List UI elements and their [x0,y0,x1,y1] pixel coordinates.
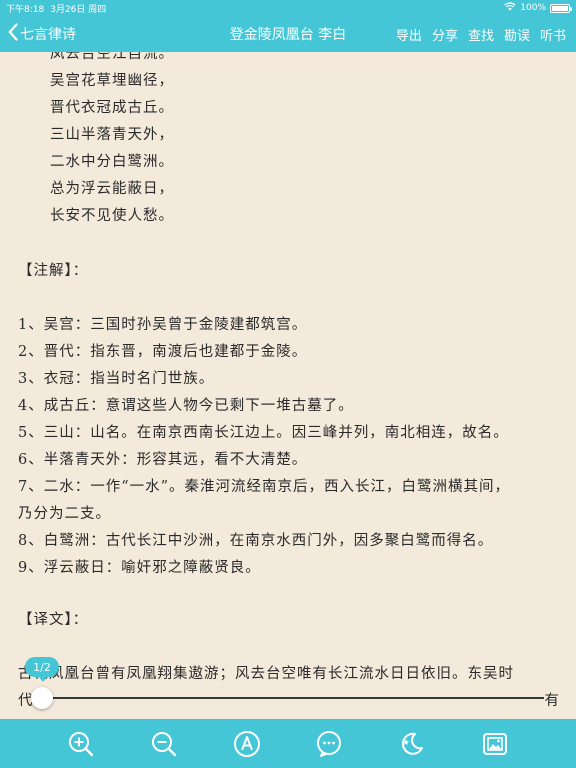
note-item: 4、成古丘：意谓这些人物今已剩下一堆古墓了。 [18,398,354,414]
poem-line: 长安不见使人愁。 [50,208,174,224]
status-time: 下午8:18 [6,4,45,15]
font-icon [233,730,260,757]
battery-icon [550,3,572,13]
poem-line: 三山半落青天外， [50,127,174,143]
poem-line: 二水中分白鹭洲。 [50,154,174,170]
font-button[interactable] [232,729,262,759]
reading-content[interactable]: 凤去台空江自流。 吴宫花草埋幽径， 晋代衣冠成古丘。 三山半落青天外， 二水中分… [0,52,576,718]
note-item-continued: 乃分为二支。 [18,506,111,522]
note-item: 1、吴宫：三国时孙吴曾于金陵建都筑宫。 [18,317,308,333]
image-button[interactable] [480,729,510,759]
page-slider: 1/2 [0,655,576,719]
note-item: 6、半落青天外：形容其远，看不大清楚。 [18,452,308,468]
share-button[interactable]: 分享 [432,25,458,44]
nav-bar: 七言律诗 登金陵凤凰台 李白 导出 分享 查找 勘误 听书 [0,16,576,52]
zoom-out-icon [151,731,177,756]
comment-icon [317,730,342,757]
note-item: 2、晋代：指东晋，南渡后也建都于金陵。 [18,344,308,360]
zoom-in-button[interactable] [66,729,96,759]
nav-actions: 导出 分享 查找 勘误 听书 [396,16,566,52]
export-button[interactable]: 导出 [396,25,422,44]
errata-button[interactable]: 勘误 [504,25,530,44]
comment-button[interactable] [314,729,344,759]
back-label: 七言律诗 [20,27,76,43]
note-item: 3、衣冠：指当时名门世族。 [18,371,215,387]
poem-line: 总为浮云能蔽日， [50,181,174,197]
poem-line: 吴宫花草埋幽径， [50,73,174,89]
wifi-icon [504,2,516,14]
zoom-in-icon [69,731,94,756]
slider-handle[interactable] [31,687,53,709]
status-bar: 下午8:18 3月26日 周四 100% [0,0,576,16]
chevron-left-icon [8,22,18,44]
battery-percent: 100% [520,3,546,13]
translation-heading: 【译文】： [18,612,89,628]
find-button[interactable]: 查找 [468,25,494,44]
poem-line: 晋代衣冠成古丘。 [50,100,174,116]
note-item: 8、白鹭洲：古代长江中沙洲，在南京水西门外，因多聚白鹭而得名。 [18,533,494,549]
note-item: 5、三山：山名。在南京西南长江边上。因三峰并列，南北相连，故名。 [18,425,509,441]
bottom-toolbar [0,719,576,768]
status-date: 3月26日 周四 [50,4,107,15]
note-item: 9、浮云蔽日：喻奸邪之障蔽贤良。 [18,560,261,576]
zoom-out-button[interactable] [149,729,179,759]
listen-button[interactable]: 听书 [540,25,566,44]
night-mode-button[interactable] [397,729,427,759]
notes-heading: 【注解】： [18,263,89,279]
note-item: 7、二水：一作“一水”。秦淮河流经南京后，西入长江，白鹭洲横其间， [18,479,511,495]
night-mode-icon [401,732,423,755]
slider-track[interactable] [42,697,544,699]
image-icon [482,732,507,755]
back-button[interactable]: 七言律诗 [8,16,76,52]
page-indicator: 1/2 [25,657,59,682]
poem-line: 凤去台空江自流。 [50,52,174,62]
